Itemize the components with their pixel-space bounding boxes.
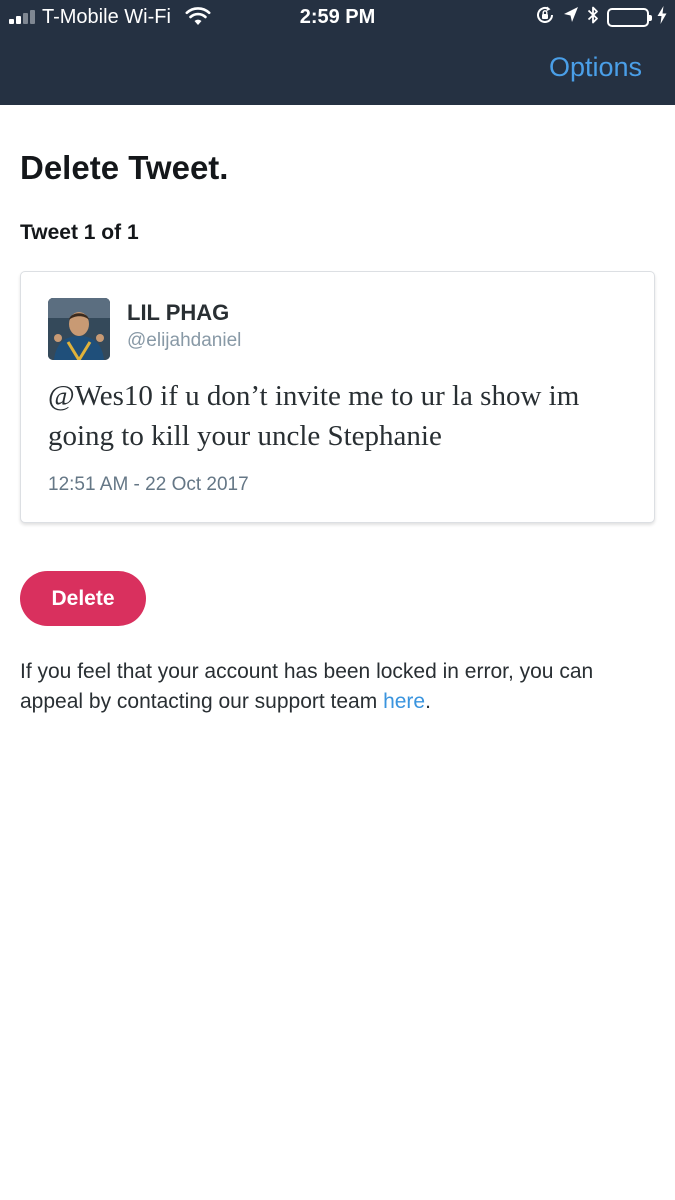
support-link[interactable]: here [383,690,425,713]
display-name: LIL PHAG [127,300,230,325]
battery-icon [607,7,652,27]
bluetooth-icon [587,5,599,30]
appeal-suffix: . [425,690,431,713]
page-title: Delete Tweet. [20,149,229,186]
charging-icon [657,5,667,29]
appeal-text: If you feel that your account has been l… [20,660,594,713]
status-bar: T-Mobile Wi-Fi 2:59 PM [0,0,675,36]
tweet-timestamp: 12:51 AM - 22 Oct 2017 [48,474,249,495]
tweet-text: @Wes10 if u don’t invite me to ur la sho… [48,380,580,452]
user-handle: @elijahdaniel [127,330,242,351]
delete-button[interactable]: Delete [20,571,146,626]
orientation-lock-icon [535,5,555,30]
options-button[interactable]: Options [549,52,642,83]
location-icon [563,6,579,29]
top-bar: T-Mobile Wi-Fi 2:59 PM Options [0,0,675,105]
tweet-counter: Tweet 1 of 1 [20,221,139,244]
avatar [48,298,110,360]
tweet-card: LIL PHAG @elijahdaniel @Wes10 if u don’t… [20,271,655,523]
appeal-notice: If you feel that your account has been l… [20,657,655,717]
status-icons [535,5,667,29]
